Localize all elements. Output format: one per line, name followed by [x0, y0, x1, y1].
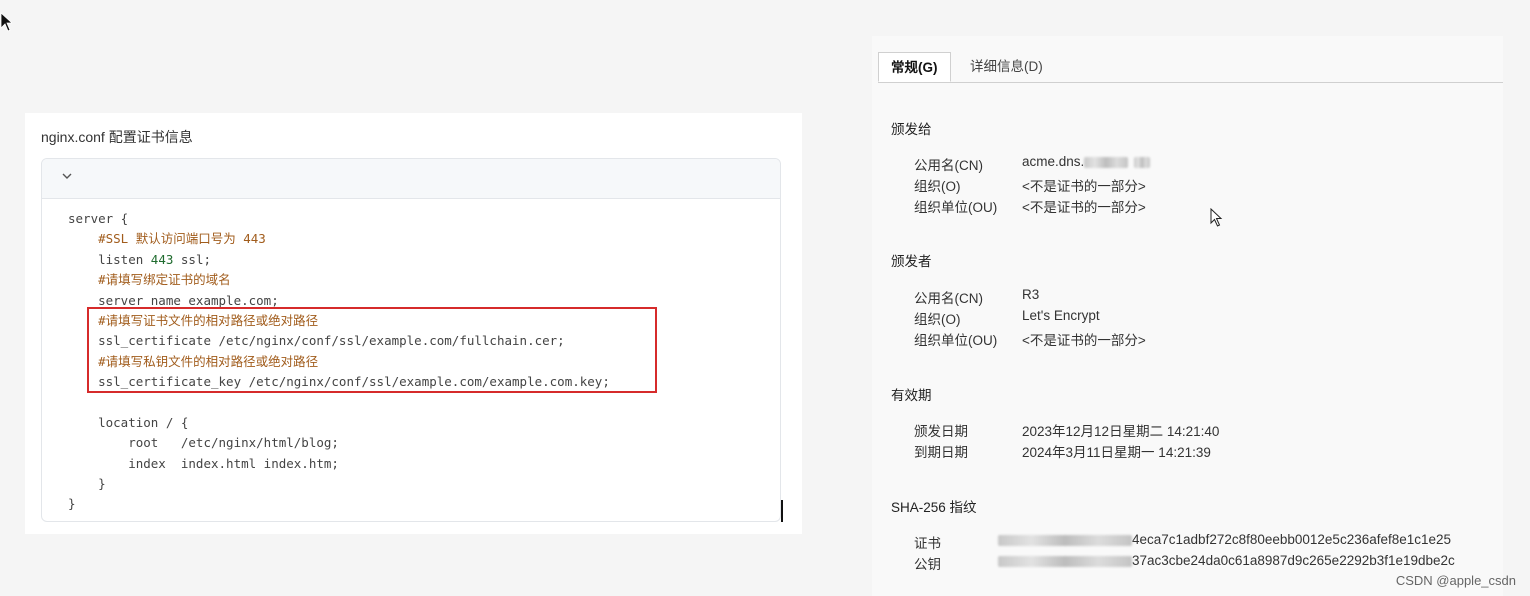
blurred-text [1084, 156, 1129, 168]
panel-title: nginx.conf 配置证书信息 [41, 129, 193, 145]
issued-to-ou-label: 组织单位(OU) [914, 200, 998, 215]
code-text: } [68, 496, 76, 512]
issued-by-o-value: Let's Encrypt [1022, 308, 1100, 323]
code-line: server { [68, 209, 610, 229]
blurred-text [998, 534, 1132, 546]
section-issued-to-title: 颁发给 [891, 122, 932, 137]
issued-by-o-label: 组织(O) [914, 312, 961, 327]
highlight-box [87, 307, 657, 393]
issued-by-ou-value: <不是证书的一部分> [1022, 333, 1146, 348]
key-fingerprint-label: 公钥 [914, 557, 941, 572]
section-validity-title: 有效期 [891, 388, 932, 403]
issued-to-o-value: <不是证书的一部分> [1022, 179, 1146, 194]
expiry-date-label: 到期日期 [914, 445, 968, 460]
code-text: ssl; [173, 251, 212, 267]
code-line: listen 443 ssl; [68, 250, 610, 270]
tab-details[interactable]: 详细信息(D) [958, 52, 1055, 82]
section-fingerprint-title: SHA-256 指纹 [891, 500, 977, 515]
issued-by-cn-label: 公用名(CN) [914, 291, 983, 306]
code-line: index index.html index.htm; [68, 454, 610, 474]
code-text: server_name example.com; [68, 292, 279, 308]
cert-fingerprint-label: 证书 [914, 536, 941, 551]
code-block-header [42, 159, 780, 199]
code-text: index index.html index.htm; [68, 455, 339, 471]
code-line: } [68, 474, 610, 494]
tab-bar: 常规(G) 详细信息(D) [878, 52, 1503, 83]
blurred-text [998, 555, 1132, 567]
mouse-pointer-icon [1210, 208, 1223, 227]
nginx-config-panel: nginx.conf 配置证书信息 server { #SSL 默认访问端口号为… [25, 113, 802, 534]
issued-by-cn-value: R3 [1022, 287, 1040, 302]
cert-fingerprint-value: 4eca7c1adbf272c8f80eebb0012e5c236afef8e1… [998, 532, 1451, 547]
text-caret [781, 500, 783, 522]
key-fingerprint-value: 37ac3cbe24da0c61a8987d9c265e2292b3f1e19d… [998, 553, 1455, 568]
code-line: location / { [68, 413, 610, 433]
issued-to-cn-label: 公用名(CN) [914, 158, 983, 173]
issued-date-value: 2023年12月12日星期二 14:21:40 [1022, 424, 1220, 439]
code-line: #请填写绑定证书的域名 [68, 270, 610, 290]
code-text: listen [68, 251, 151, 267]
issued-date-label: 颁发日期 [914, 424, 968, 439]
tab-general[interactable]: 常规(G) [878, 52, 951, 82]
issued-by-ou-label: 组织单位(OU) [914, 333, 998, 348]
csdn-watermark: CSDN @apple_csdn [1395, 573, 1516, 588]
issued-to-ou-value: <不是证书的一部分> [1022, 200, 1146, 215]
certificate-dialog: 常规(G) 详细信息(D) 颁发给 公用名(CN) acme.dns. 组织(O… [872, 36, 1503, 596]
mouse-cursor-icon [0, 12, 12, 32]
chevron-down-icon[interactable] [60, 169, 74, 183]
code-line: } [68, 494, 610, 514]
code-comment: #SSL 默认访问端口号为 443 [68, 231, 266, 247]
issued-to-o-label: 组织(O) [914, 179, 961, 194]
code-text: location / { [68, 414, 189, 430]
blurred-text [1134, 156, 1151, 168]
code-text: } [68, 476, 106, 492]
issued-to-cn-value: acme.dns. [1022, 154, 1151, 169]
expiry-date-value: 2024年3月11日星期一 14:21:39 [1022, 445, 1211, 460]
code-line: root /etc/nginx/html/blog; [68, 433, 610, 453]
code-text: server { [68, 211, 129, 226]
code-text: root /etc/nginx/html/blog; [68, 435, 339, 451]
code-comment: #请填写绑定证书的域名 [68, 272, 231, 288]
section-issued-by-title: 颁发者 [891, 254, 932, 269]
code-number: 443 [150, 251, 174, 267]
code-line: #SSL 默认访问端口号为 443 [68, 229, 610, 249]
